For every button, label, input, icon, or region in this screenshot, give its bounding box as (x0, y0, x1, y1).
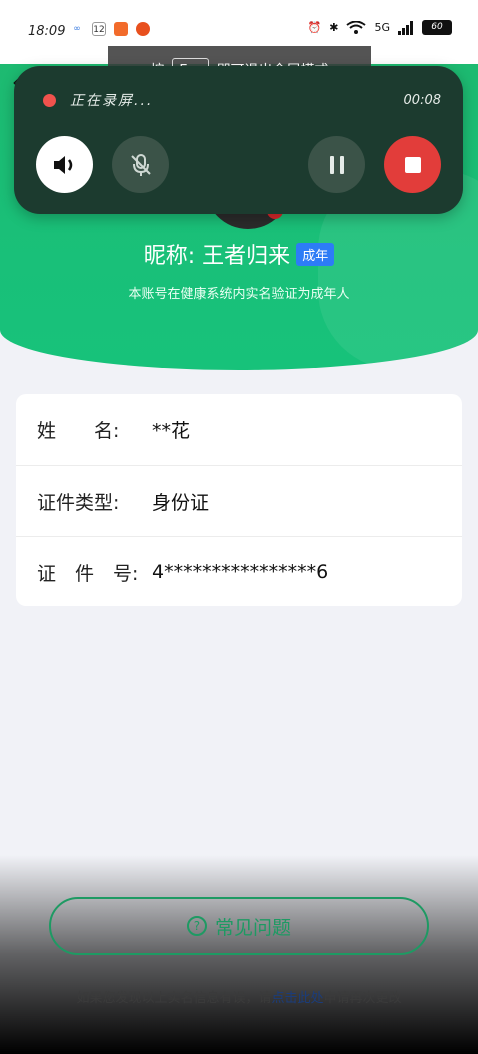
question-icon: ? (186, 916, 207, 936)
nickname: 昵称: 王者归来 成年 (0, 238, 478, 270)
app-icon (136, 22, 150, 36)
info-row-id-type: 证件类型: 身份证 (16, 465, 462, 536)
stop-button[interactable] (384, 136, 441, 193)
info-label: 姓 名: (37, 420, 120, 442)
nickname-text: 昵称: 王者归来 (143, 244, 291, 269)
mic-off-icon (130, 153, 151, 176)
system-icons: ⏰ ✱ 5G 60 (308, 20, 452, 35)
baidu-netdisk-icon: ∞ (73, 24, 81, 34)
info-label: 证件类型: (37, 491, 120, 514)
status-time: 18:09 (28, 24, 66, 39)
faq-label: 常见问题 (214, 916, 291, 939)
alarm-icon: ⏰ (307, 21, 322, 34)
calendar-icon: 12 (92, 22, 106, 36)
info-label: 证 件 号: (37, 562, 139, 585)
game-icon (114, 22, 128, 36)
adult-badge: 成年 (296, 243, 335, 266)
pause-button[interactable] (308, 136, 365, 193)
bluetooth-icon: ✱ (329, 21, 339, 34)
info-row-id-number: 证 件 号: 4****************6 (16, 536, 462, 607)
mute-mic-button[interactable] (112, 136, 169, 193)
recording-dot-icon (43, 94, 56, 107)
pause-icon (329, 155, 344, 174)
stop-icon (404, 156, 421, 173)
correction-note: 如果您发现以上实名信息有误，请点击此处申请再次更改 (0, 987, 478, 1006)
speaker-button[interactable] (36, 136, 93, 193)
signal-icon (398, 20, 413, 35)
speaker-icon (53, 155, 72, 174)
faq-button[interactable]: ? 常见问题 (49, 897, 429, 955)
correction-note-after: 申请再次更改 (323, 991, 402, 1006)
screen-recorder-panel: 正在录屏... 00:08 (14, 66, 463, 214)
correction-link[interactable]: 点击此处 (271, 991, 323, 1006)
battery-icon: 60 (422, 20, 452, 35)
recording-timer: 00:08 (403, 93, 441, 108)
notification-icons: ∞ 12 (70, 22, 150, 36)
network-type: 5G (374, 21, 390, 34)
info-row-name: 姓 名: **花 (16, 394, 462, 465)
real-name-info-card: 姓 名: **花 证件类型: 身份证 证 件 号: 4*************… (16, 394, 462, 606)
info-value: 身份证 (152, 491, 210, 514)
info-value: **花 (152, 420, 191, 442)
correction-note-before: 如果您发现以上实名信息有误，请 (76, 991, 272, 1006)
wifi-icon (346, 20, 367, 34)
info-value: 4****************6 (152, 561, 329, 583)
recording-status: 正在录屏... (70, 93, 154, 109)
verification-subtitle: 本账号在健康系统内实名验证为成年人 (128, 287, 350, 302)
